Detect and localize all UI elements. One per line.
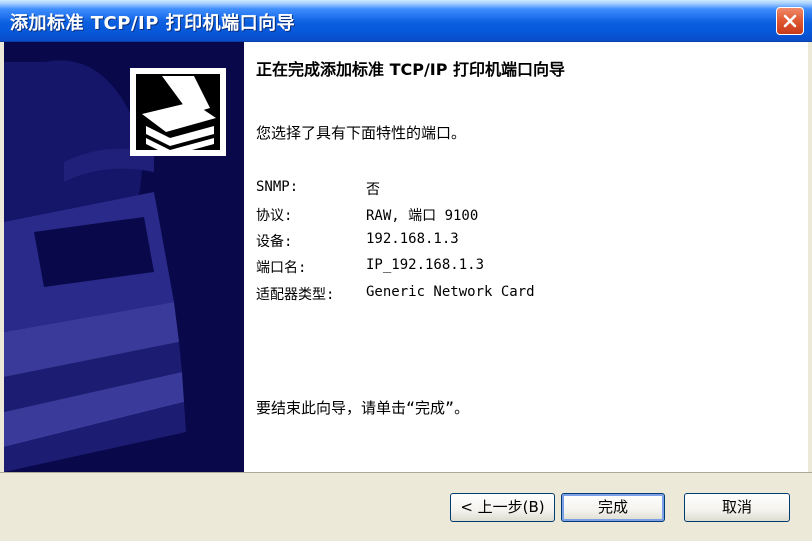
button-bar: < 上一步(B) 完成 取消 <box>0 472 812 541</box>
property-value-device: 192.168.1.3 <box>366 231 459 247</box>
property-value-protocol: RAW, 端口 9100 <box>366 208 479 224</box>
finish-button[interactable]: 完成 <box>561 493 665 522</box>
property-value-port-name: IP_192.168.1.3 <box>366 257 485 273</box>
property-label-protocol: 协议: <box>256 208 293 224</box>
finish-instruction: 要结束此向导，请单击“完成”。 <box>256 399 470 417</box>
title-bar[interactable]: 添加标准 TCP/IP 打印机端口向导 <box>0 0 812 42</box>
back-button[interactable]: < 上一步(B) <box>450 493 555 522</box>
wizard-sidebar-graphic <box>4 42 244 472</box>
property-label-port-name: 端口名: <box>256 260 307 276</box>
printer-watermark-icon <box>4 42 244 472</box>
property-value-adapter-type: Generic Network Card <box>366 284 535 300</box>
wizard-window: 添加标准 TCP/IP 打印机端口向导 正在完成添加标准 TCP/IP 打印机端… <box>0 0 812 541</box>
page-heading: 正在完成添加标准 TCP/IP 打印机端口向导 <box>256 60 566 79</box>
printer-icon <box>130 68 226 156</box>
close-button[interactable] <box>776 7 804 35</box>
cancel-button[interactable]: 取消 <box>684 493 790 522</box>
intro-text: 您选择了具有下面特性的端口。 <box>256 124 467 142</box>
close-icon <box>783 14 797 28</box>
property-value-snmp: 否 <box>366 182 380 198</box>
wizard-content: 正在完成添加标准 TCP/IP 打印机端口向导 您选择了具有下面特性的端口。 S… <box>244 42 808 472</box>
property-label-adapter-type: 适配器类型: <box>256 287 335 303</box>
property-label-device: 设备: <box>256 234 293 250</box>
property-label-snmp: SNMP: <box>256 179 299 195</box>
window-title: 添加标准 TCP/IP 打印机端口向导 <box>10 13 296 34</box>
